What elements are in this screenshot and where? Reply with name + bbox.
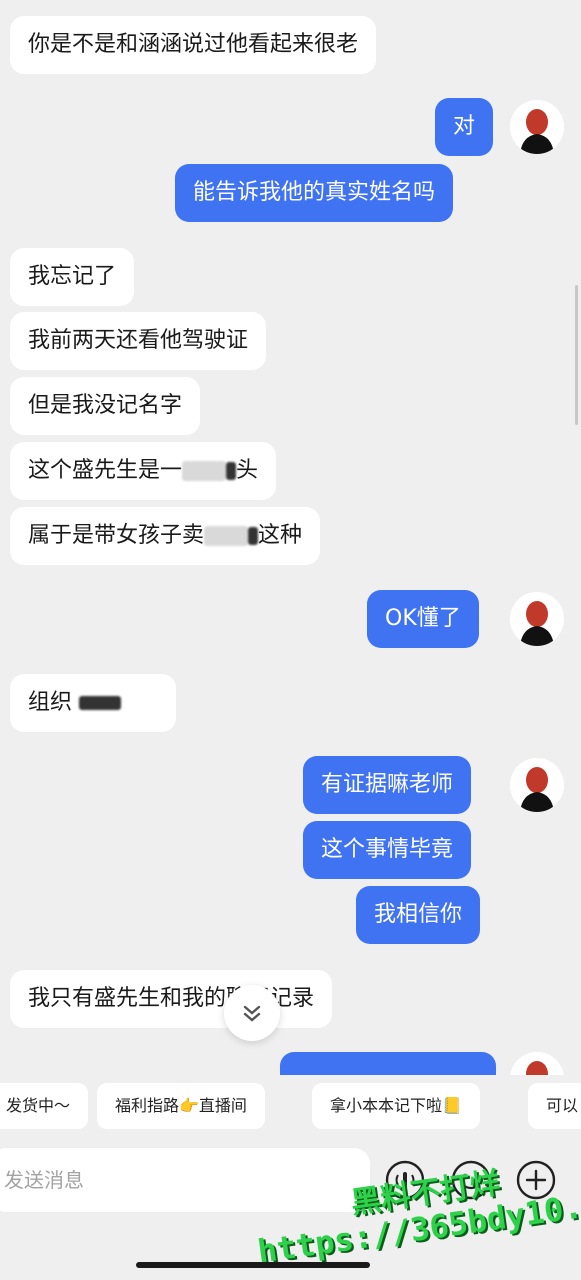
message-outgoing-partial[interactable]	[280, 1052, 496, 1075]
message-incoming[interactable]: 我前两天还看他驾驶证	[10, 312, 267, 370]
message-outgoing[interactable]: 能告诉我他的真实姓名吗	[175, 164, 454, 222]
message-outgoing[interactable]: 我相信你	[356, 886, 481, 944]
message-incoming[interactable]: 我只有盛先生和我的聊天记录	[10, 970, 333, 1028]
avatar-image	[510, 592, 564, 646]
redacted-text	[248, 527, 259, 545]
chat-area[interactable]: 你是不是和涵涵说过他看起来很老 对 能告诉我他的真实姓名吗 我忘记了 我前两天还…	[0, 0, 581, 1075]
avatar-image	[510, 758, 564, 812]
avatar-image	[510, 1052, 564, 1075]
chevron-down-icon	[243, 1005, 261, 1022]
avatar[interactable]	[510, 592, 564, 646]
quick-reply-chip[interactable]: 可以	[528, 1083, 581, 1129]
avatar[interactable]	[510, 1052, 564, 1075]
quick-reply-chip[interactable]: 拿小本本记下啦📒	[312, 1083, 480, 1129]
scroll-to-bottom-button[interactable]	[224, 985, 280, 1041]
message-incoming[interactable]: 属于是带女孩子卖 这种	[10, 507, 321, 565]
message-outgoing[interactable]: OK懂了	[367, 590, 479, 648]
message-incoming[interactable]: 但是我没记名字	[10, 377, 201, 435]
quick-reply-chip[interactable]: 福利指路👉直播间	[97, 1083, 265, 1129]
scrollbar[interactable]	[575, 285, 578, 425]
message-outgoing[interactable]: 这个事情毕竟	[303, 821, 472, 879]
redacted-text	[182, 461, 227, 481]
home-indicator[interactable]	[136, 1262, 370, 1268]
message-incoming[interactable]: 这个盛先生是一头	[10, 442, 277, 500]
message-incoming[interactable]: 你是不是和涵涵说过他看起来很老	[10, 16, 377, 74]
redacted-text	[79, 696, 122, 710]
avatar[interactable]	[510, 100, 564, 154]
redacted-text	[226, 462, 237, 480]
message-incoming[interactable]: 我忘记了	[10, 248, 135, 306]
quick-reply-bar[interactable]: 发货中～ 福利指路👉直播间 拿小本本记下啦📒 可以	[0, 1083, 581, 1131]
message-incoming[interactable]: 组织	[10, 674, 176, 732]
message-input[interactable]: 发送消息	[0, 1148, 370, 1212]
message-outgoing[interactable]: 对	[435, 98, 494, 156]
avatar[interactable]	[510, 758, 564, 812]
message-outgoing[interactable]: 有证据嘛老师	[303, 756, 472, 814]
redacted-text	[204, 526, 249, 546]
avatar-image	[510, 100, 564, 154]
quick-reply-chip[interactable]: 发货中～	[0, 1083, 89, 1129]
